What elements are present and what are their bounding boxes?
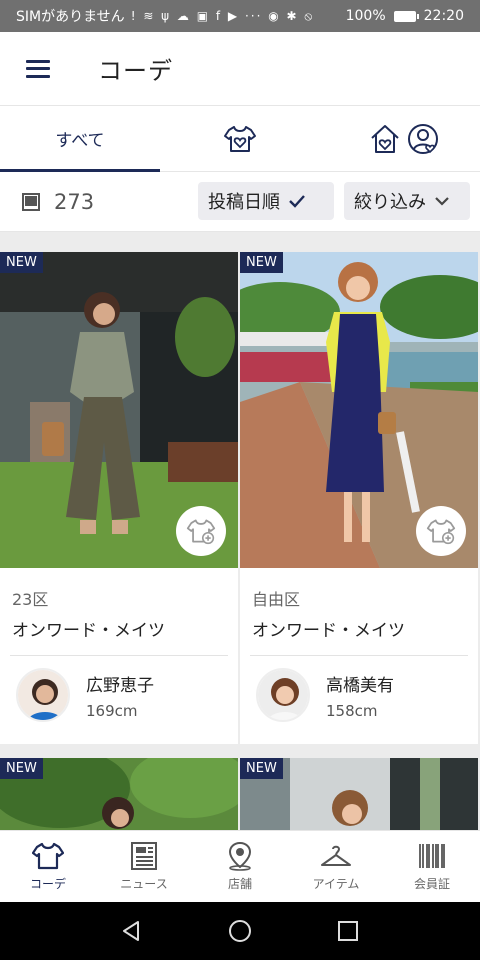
battery-percent: 100%: [345, 8, 386, 24]
system-navigation-bar: [0, 902, 480, 960]
clock: 22:20: [423, 8, 464, 24]
shop-heart-icon: [371, 124, 399, 153]
staff-info[interactable]: 広野恵子 169cm: [0, 656, 238, 722]
coordinate-card[interactable]: NEW: [240, 758, 478, 830]
coordinate-photo[interactable]: NEW: [240, 252, 478, 568]
staff-name: 高橋美有: [326, 675, 394, 696]
hamburger-menu-icon[interactable]: [26, 59, 50, 78]
tab-all[interactable]: すべて: [0, 106, 160, 172]
tab-bar: すべて: [0, 106, 480, 172]
tab-favorite-shops-staff[interactable]: [320, 106, 480, 171]
new-badge: NEW: [0, 252, 43, 273]
favorite-button[interactable]: [176, 506, 226, 556]
gallery-count-icon: [22, 192, 40, 211]
tab-favorite-coords[interactable]: [160, 106, 320, 171]
sort-label: 投稿日順: [208, 192, 280, 213]
barcode-icon: [419, 844, 445, 868]
battery-icon: [393, 10, 419, 22]
nav-news[interactable]: ニュース: [96, 831, 192, 902]
new-badge: NEW: [240, 252, 283, 273]
nav-news-label: ニュース: [120, 877, 168, 891]
sort-button[interactable]: 投稿日順: [198, 182, 334, 220]
staff-info[interactable]: 高橋美有 158cm: [240, 656, 478, 722]
avatar: [256, 668, 310, 722]
bottom-navigation: コーデ ニュース 店舗 アイテム 会員証: [0, 830, 480, 902]
staff-name: 広野恵子: [86, 675, 154, 696]
new-badge: NEW: [0, 758, 43, 779]
coordinate-photo[interactable]: NEW: [0, 252, 238, 568]
home-icon[interactable]: [228, 919, 252, 943]
staff-height: 158cm: [326, 701, 378, 720]
favorite-button[interactable]: [416, 506, 466, 556]
new-badge: NEW: [240, 758, 283, 779]
nav-coordinate-label: コーデ: [29, 877, 66, 891]
tshirt-heart-icon: [224, 125, 256, 152]
hanger-icon: [321, 845, 351, 866]
result-count: 273: [54, 189, 95, 214]
page-title: コーデ: [98, 57, 173, 85]
avatar: [16, 668, 70, 722]
nav-member-card-label: 会員証: [413, 877, 450, 891]
carrier-text: SIMがありません: [16, 9, 125, 25]
shop-name: オンワード・メイツ: [12, 621, 165, 641]
coordinate-card[interactable]: NEW 自由区 オンワード・メイツ 高橋美有 158cm: [240, 252, 478, 744]
chevron-down-icon: [435, 197, 449, 206]
recents-icon[interactable]: [336, 919, 360, 943]
tshirt-icon: [32, 842, 64, 870]
tab-all-label: すべて: [55, 131, 105, 151]
coordinate-card[interactable]: NEW 23区 オンワード・メイツ 広野恵子 169cm: [0, 252, 238, 744]
status-bar: SIMがありません ! ≋ ψ ☁ ▣ f ▶ ··· ◉ ✱ ⦸ 100% 2…: [0, 0, 480, 32]
back-icon[interactable]: [120, 919, 144, 943]
nav-item-label: アイテム: [312, 877, 360, 891]
nav-coordinate[interactable]: コーデ: [0, 831, 96, 902]
app-bar: コーデ: [0, 32, 480, 106]
check-icon: [289, 195, 305, 208]
tshirt-add-icon: [426, 519, 456, 545]
coordinate-grid: NEW 23区 オンワード・メイツ 広野恵子 169cm NEW 自由区 オンワ…: [0, 232, 480, 830]
coordinate-card[interactable]: NEW: [0, 758, 238, 830]
filter-dropdown[interactable]: 絞り込み: [344, 182, 470, 220]
nav-shop[interactable]: 店舗: [192, 831, 288, 902]
coordinate-photo[interactable]: NEW: [0, 758, 238, 830]
status-icons: ! ≋ ψ ☁ ▣ f ▶ ··· ◉ ✱ ⦸: [130, 8, 315, 23]
nav-member-card[interactable]: 会員証: [384, 831, 480, 902]
shop-name: オンワード・メイツ: [252, 621, 405, 641]
filter-bar: 273 投稿日順 絞り込み: [0, 172, 480, 232]
filter-label: 絞り込み: [354, 192, 426, 213]
brand-name: 23区: [12, 590, 49, 609]
coordinate-photo[interactable]: NEW: [240, 758, 478, 830]
news-icon: [131, 842, 157, 870]
staff-heart-icon: [408, 123, 438, 154]
nav-item[interactable]: アイテム: [288, 831, 384, 902]
tshirt-add-icon: [186, 519, 216, 545]
staff-height: 169cm: [86, 701, 138, 720]
brand-name: 自由区: [252, 590, 301, 609]
nav-shop-label: 店舗: [227, 877, 252, 891]
map-pin-icon: [228, 841, 252, 871]
